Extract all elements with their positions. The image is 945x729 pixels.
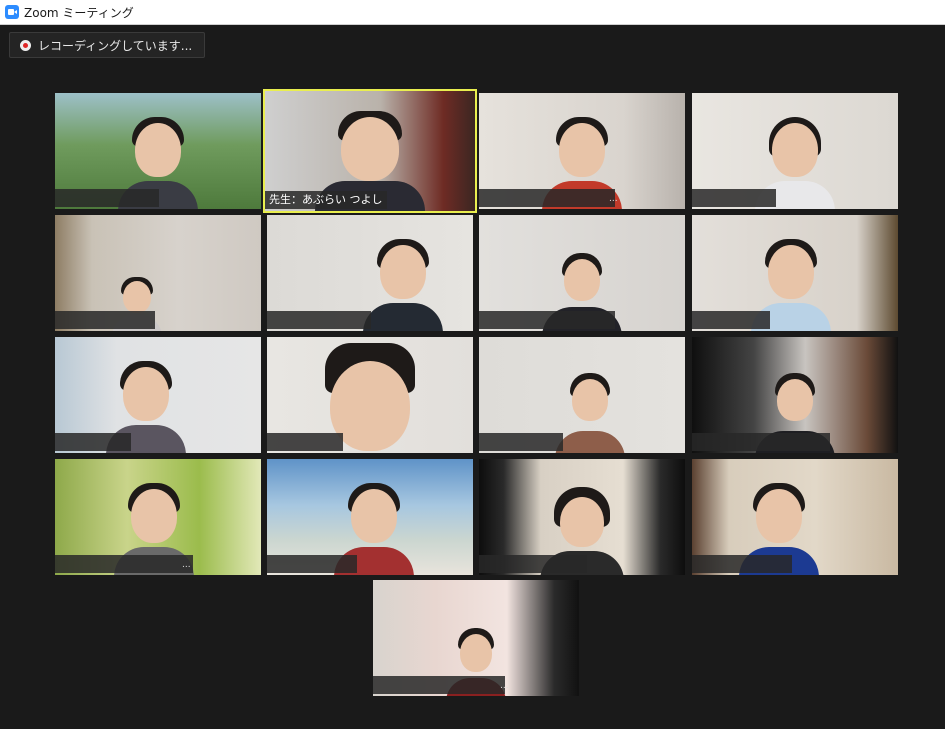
recording-indicator[interactable]: レコーディングしています... [9,32,206,58]
participant-name-bar [479,433,563,451]
recording-dot-icon [20,39,31,51]
video-tile[interactable]: ... [373,580,579,696]
window-title: Zoom ミーティング [24,5,134,20]
participant-name-bar [692,189,776,207]
more-options-icon[interactable]: ... [609,194,618,204]
participant-name-bar [267,311,371,329]
participant-name-bar [55,189,159,207]
participant-name-bar [479,311,615,329]
video-tile[interactable] [692,93,898,209]
participant-name-bar [267,555,357,573]
video-tile[interactable] [267,459,473,575]
participant-name-bar [55,311,155,329]
video-tile[interactable] [267,215,473,331]
participant-name-bar [479,555,587,573]
participant-name-bar [479,189,615,207]
video-tile[interactable] [55,337,261,453]
video-tile[interactable] [479,215,685,331]
participant-name-bar [692,555,792,573]
recording-label: レコーディングしています... [38,38,193,53]
participant-name-bar [267,433,343,451]
participant-video [362,237,443,331]
zoom-camera-icon [5,5,19,19]
more-options-icon[interactable]: ... [500,681,509,691]
participant-name-bar [692,311,770,329]
video-tile[interactable]: ... [55,459,261,575]
participant-name-bar [55,555,193,573]
participant-name-bar [55,433,131,451]
video-tile[interactable] [692,459,898,575]
participant-name-bar [692,433,830,451]
video-tile[interactable] [692,215,898,331]
video-tile-active-speaker[interactable]: 先生：あぶらい つよし [263,89,477,213]
participant-name-bar [373,676,505,694]
more-options-icon[interactable]: ... [182,560,191,570]
title-bar: Zoom ミーティング [0,0,945,25]
video-tile[interactable] [55,93,261,209]
video-tile[interactable] [55,215,261,331]
video-tile[interactable] [479,337,685,453]
participant-name-label: 先生：あぶらい つよし [265,191,387,209]
video-tile[interactable]: ... [479,93,685,209]
participant-video [555,371,626,453]
video-tile[interactable] [267,337,473,453]
video-tile[interactable] [479,459,685,575]
video-tile[interactable] [692,337,898,453]
zoom-meeting-window: Zoom ミーティング レコーディングしています... 先生：あぶらい つよし … [0,0,945,729]
